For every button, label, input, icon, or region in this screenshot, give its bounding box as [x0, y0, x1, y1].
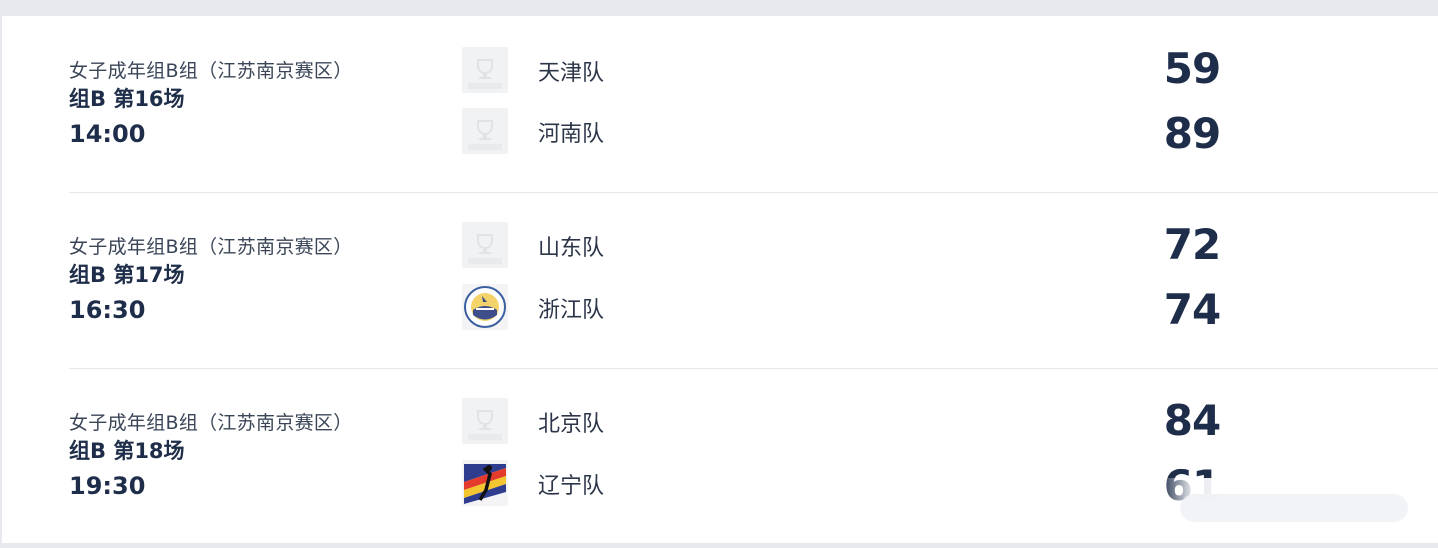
liaoning-team-logo-icon: [462, 460, 508, 506]
placeholder-logo-icon: [462, 222, 508, 268]
team-name: 山东队: [538, 236, 605, 261]
away-team[interactable]: 辽宁队: [462, 460, 762, 508]
match-card[interactable]: 女子成年组B组（江苏南京赛区） 组B 第16场 14:00 天津队 河南队 59…: [2, 16, 1438, 192]
home-team[interactable]: 山东队: [462, 222, 762, 270]
away-score: 89: [1163, 109, 1221, 158]
home-score: 59: [1163, 44, 1221, 93]
floating-bar: [1180, 494, 1408, 522]
away-score: 74: [1163, 285, 1221, 334]
team-name: 辽宁队: [538, 474, 605, 499]
placeholder-logo-icon: [462, 47, 508, 93]
match-time: 14:00: [69, 120, 146, 148]
home-score: 72: [1163, 220, 1221, 269]
competition-name: 女子成年组B组（江苏南京赛区）: [69, 412, 353, 434]
competition-name: 女子成年组B组（江苏南京赛区）: [69, 236, 353, 258]
round-label: 组B 第17场: [69, 263, 185, 287]
away-team[interactable]: 浙江队: [462, 284, 762, 332]
home-team[interactable]: 天津队: [462, 47, 762, 95]
placeholder-logo-icon: [462, 398, 508, 444]
zhejiang-team-logo-icon: [462, 284, 508, 330]
match-time: 16:30: [69, 296, 146, 324]
team-name: 北京队: [538, 412, 605, 437]
match-list: 女子成年组B组（江苏南京赛区） 组B 第16场 14:00 天津队 河南队 59…: [2, 16, 1438, 543]
placeholder-logo-icon: [462, 108, 508, 154]
match-time: 19:30: [69, 472, 146, 500]
home-score: 84: [1163, 396, 1221, 445]
competition-name: 女子成年组B组（江苏南京赛区）: [69, 60, 353, 82]
round-label: 组B 第16场: [69, 87, 185, 111]
match-card[interactable]: 女子成年组B组（江苏南京赛区） 组B 第17场 16:30 山东队 浙江队 72…: [2, 192, 1438, 368]
team-name: 浙江队: [538, 298, 605, 323]
away-team[interactable]: 河南队: [462, 108, 762, 156]
home-team[interactable]: 北京队: [462, 398, 762, 446]
round-label: 组B 第18场: [69, 439, 185, 463]
team-name: 天津队: [538, 61, 605, 86]
team-name: 河南队: [538, 122, 605, 147]
